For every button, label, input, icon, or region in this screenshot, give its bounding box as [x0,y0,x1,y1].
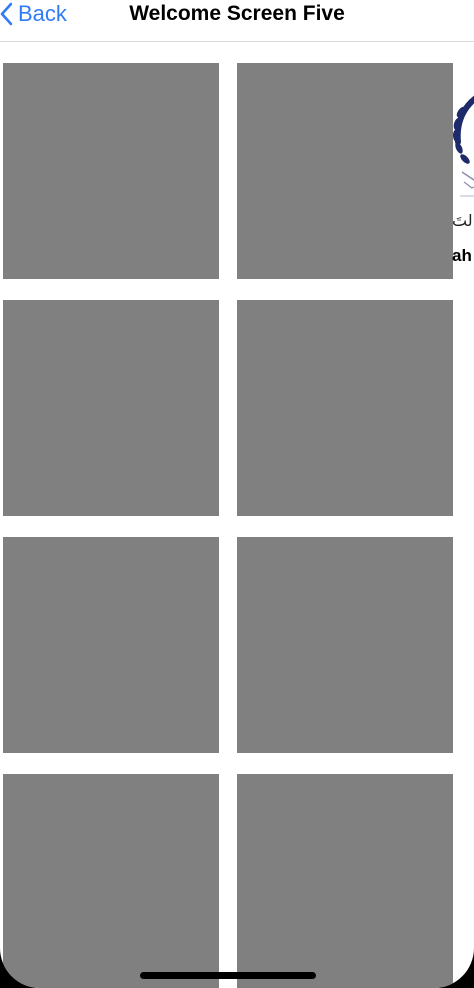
background-logo-peek: زالتَ ah P [452,78,474,268]
tile-grid [3,63,453,988]
back-button-label: Back [18,1,67,26]
logo-latin-text: ah P [452,246,474,265]
screen: Welcome Screen Five Back زالتَ [0,0,474,988]
grid-tile[interactable] [3,537,219,753]
logo-arabic-text: زالتَ [452,211,474,230]
grid-tile[interactable] [237,63,453,279]
back-button[interactable]: Back [0,0,67,28]
grid-tile[interactable] [237,537,453,753]
navigation-bar: Welcome Screen Five Back [0,0,474,42]
grid-tile[interactable] [3,63,219,279]
grid-tile[interactable] [237,300,453,516]
grid-tile[interactable] [3,300,219,516]
laurel-emblem-icon [452,95,474,197]
grid-tile[interactable] [3,774,219,988]
chevron-left-icon [0,2,12,26]
home-indicator[interactable] [140,972,316,979]
page-title: Welcome Screen Five [129,2,345,25]
grid-tile[interactable] [237,774,453,988]
